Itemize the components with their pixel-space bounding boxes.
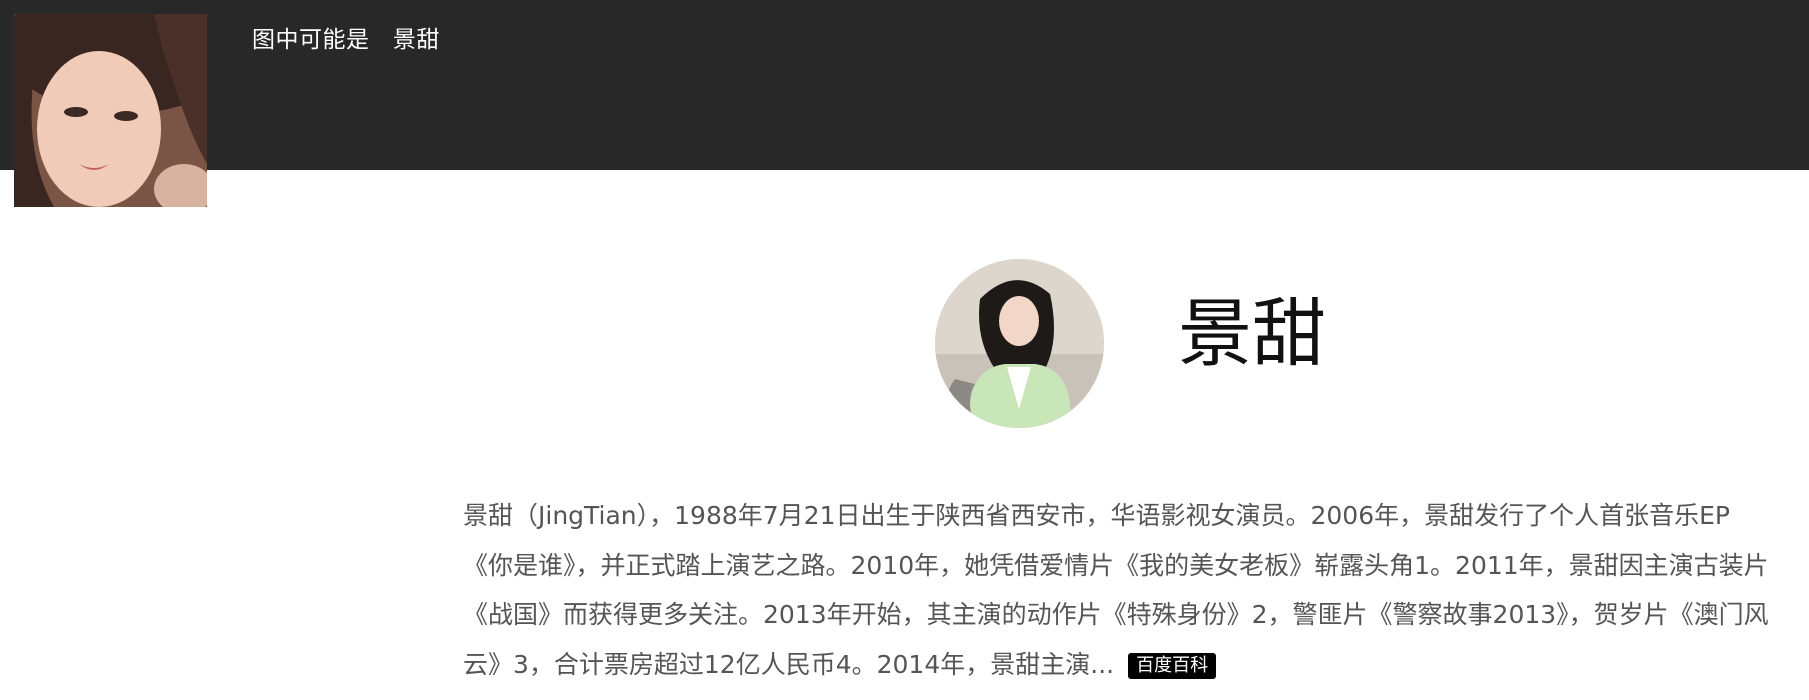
baidu-baike-badge[interactable]: 百度百科 (1128, 652, 1217, 679)
person-name: 景甜 (1178, 291, 1326, 377)
description-text: 景甜（JingTian），1988年7月21日出生于陕西省西安市，华语影视女演员… (463, 501, 1769, 679)
avatar[interactable] (935, 259, 1104, 428)
face-thumbnail[interactable] (14, 14, 207, 207)
recognition-caption: 图中可能是 景甜 (252, 27, 440, 53)
description: 景甜（JingTian），1988年7月21日出生于陕西省西安市，华语影视女演员… (463, 491, 1773, 689)
profile-header: 景甜 (935, 259, 1575, 429)
